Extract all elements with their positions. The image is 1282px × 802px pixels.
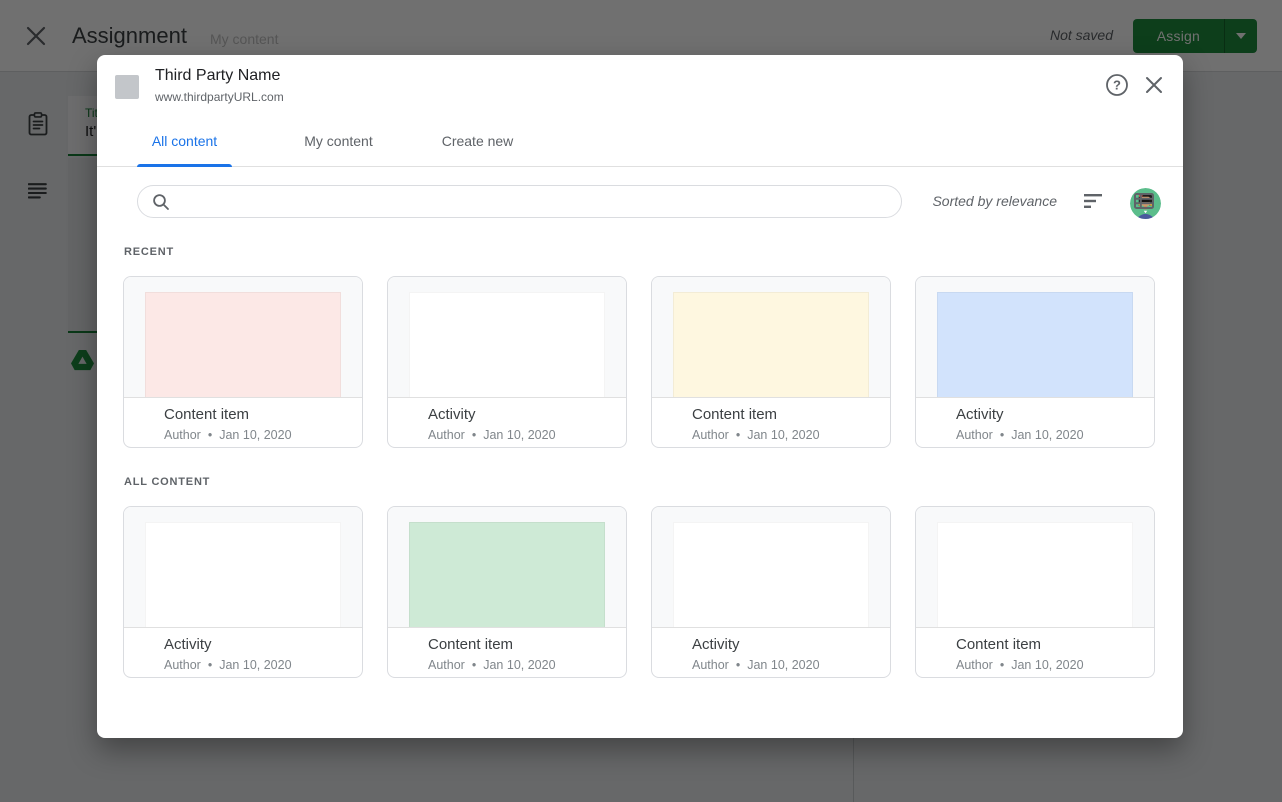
card-footer: Content item Author•Jan 10, 2020 [388, 628, 626, 678]
card-footer: Activity Author•Jan 10, 2020 [388, 398, 626, 448]
card-footer: Activity Author•Jan 10, 2020 [652, 628, 890, 678]
card-meta: Author•Jan 10, 2020 [428, 426, 614, 444]
card-footer: Content item Author•Jan 10, 2020 [652, 398, 890, 448]
meta-bullet: • [472, 426, 476, 444]
meta-bullet: • [208, 426, 212, 444]
card-meta: Author•Jan 10, 2020 [692, 656, 878, 674]
page: Assignment My content Not saved Assign T… [0, 0, 1282, 802]
content-card[interactable]: Content item Author•Jan 10, 2020 [387, 506, 627, 678]
content-card[interactable]: Content item Author•Jan 10, 2020 [123, 276, 363, 448]
close-dialog-icon[interactable] [1145, 76, 1163, 94]
card-title: Activity [956, 405, 1142, 425]
card-title: Content item [164, 405, 350, 425]
content-card[interactable]: Activity Author•Jan 10, 2020 [651, 506, 891, 678]
meta-bullet: • [1000, 426, 1004, 444]
help-icon[interactable]: ? [1105, 73, 1129, 97]
sort-status-label: Sorted by relevance [932, 193, 1057, 209]
dialog-title: Third Party Name [155, 65, 280, 87]
svg-text:?: ? [1113, 78, 1121, 93]
meta-bullet: • [208, 656, 212, 674]
dialog-header: Third Party Name www.thirdpartyURL.com ? [97, 55, 1183, 115]
meta-bullet: • [736, 426, 740, 444]
meta-bullet: • [1000, 656, 1004, 674]
meta-bullet: • [472, 656, 476, 674]
card-footer: Activity Author•Jan 10, 2020 [916, 398, 1154, 448]
search-icon [152, 193, 170, 211]
tab-all-content[interactable]: All content [137, 115, 232, 167]
card-meta: Author•Jan 10, 2020 [428, 656, 614, 674]
all-content-card-row: Activity Author•Jan 10, 2020 Content ite… [123, 506, 1155, 678]
card-thumbnail [652, 507, 890, 628]
card-thumbnail [388, 507, 626, 628]
third-party-app-icon [115, 75, 139, 99]
card-footer: Content item Author•Jan 10, 2020 [916, 628, 1154, 678]
list-view-icon[interactable] [1134, 191, 1154, 211]
search-input[interactable] [137, 185, 902, 218]
section-label-all-content: ALL CONTENT [124, 476, 210, 488]
dialog-url: www.thirdpartyURL.com [155, 89, 284, 105]
card-title: Content item [956, 635, 1142, 655]
card-meta: Author•Jan 10, 2020 [956, 656, 1142, 674]
card-title: Content item [428, 635, 614, 655]
card-thumbnail [916, 277, 1154, 398]
recent-card-row: Content item Author•Jan 10, 2020 Activit… [123, 276, 1155, 448]
content-card[interactable]: Activity Author•Jan 10, 2020 [387, 276, 627, 448]
content-card[interactable]: Content item Author•Jan 10, 2020 [651, 276, 891, 448]
section-label-recent: RECENT [124, 246, 174, 258]
card-thumbnail [388, 277, 626, 398]
content-card[interactable]: Activity Author•Jan 10, 2020 [915, 276, 1155, 448]
tab-create-new[interactable]: Create new [439, 115, 516, 167]
card-thumbnail [124, 507, 362, 628]
tab-my-content[interactable]: My content [300, 115, 377, 167]
card-footer: Content item Author•Jan 10, 2020 [124, 398, 362, 448]
dialog-toolbar: Sorted by relevance [97, 185, 1183, 218]
card-meta: Author•Jan 10, 2020 [164, 656, 350, 674]
content-card[interactable]: Content item Author•Jan 10, 2020 [915, 506, 1155, 678]
card-footer: Activity Author•Jan 10, 2020 [124, 628, 362, 678]
card-title: Activity [428, 405, 614, 425]
sort-icon[interactable] [1084, 194, 1104, 209]
dialog-tabs: All content My content Create new [97, 115, 1183, 167]
card-thumbnail [124, 277, 362, 398]
card-title: Activity [692, 635, 878, 655]
card-meta: Author•Jan 10, 2020 [956, 426, 1142, 444]
meta-bullet: • [736, 656, 740, 674]
card-title: Activity [164, 635, 350, 655]
content-picker-dialog: Third Party Name www.thirdpartyURL.com ?… [97, 55, 1183, 738]
card-thumbnail [916, 507, 1154, 628]
card-title: Content item [692, 405, 878, 425]
card-thumbnail [652, 277, 890, 398]
card-meta: Author•Jan 10, 2020 [692, 426, 878, 444]
card-meta: Author•Jan 10, 2020 [164, 426, 350, 444]
content-card[interactable]: Activity Author•Jan 10, 2020 [123, 506, 363, 678]
